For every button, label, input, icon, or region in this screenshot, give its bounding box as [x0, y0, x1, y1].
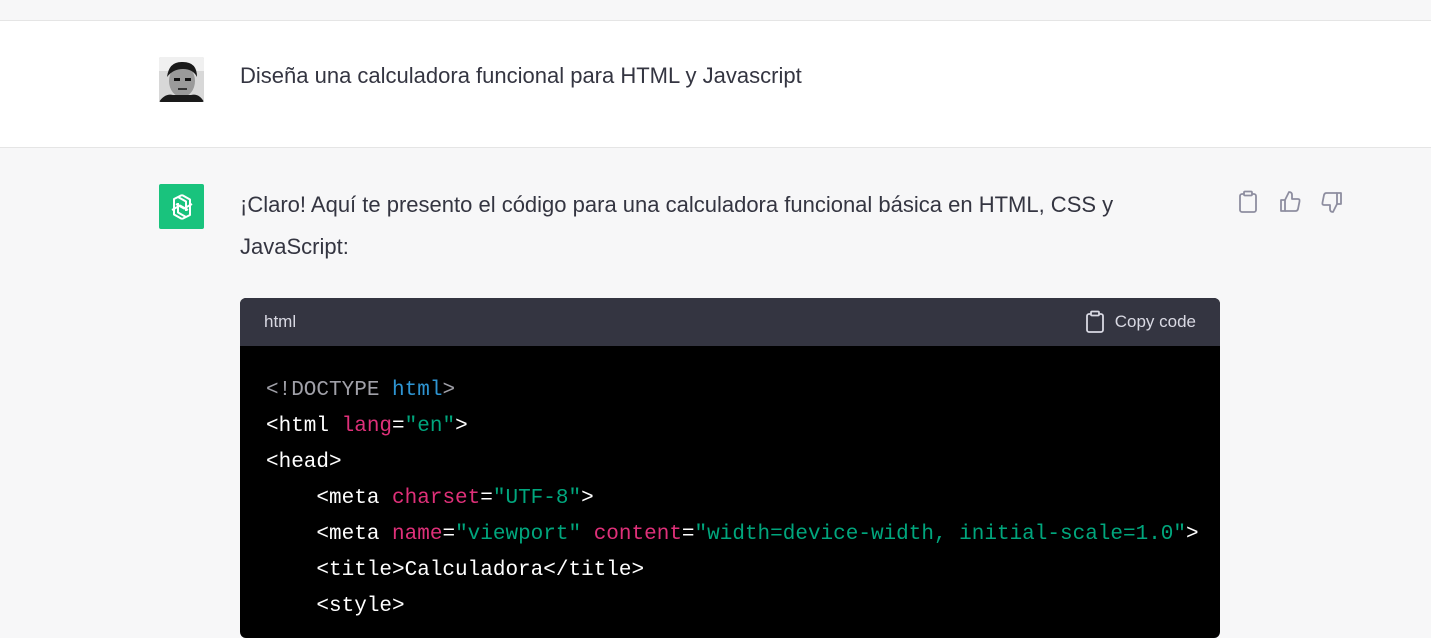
- thumbs-down-icon: [1321, 192, 1342, 213]
- thumbs-up-icon: [1280, 191, 1301, 212]
- code-token: lang: [341, 415, 393, 438]
- code-token: <html: [266, 415, 342, 438]
- code-content[interactable]: <!DOCTYPE html> <html lang="en"> <head> <m…: [240, 346, 1220, 625]
- code-token: charset: [392, 487, 481, 510]
- code-token: <head>: [266, 451, 342, 474]
- clipboard-icon: [1085, 310, 1104, 333]
- code-block: html Copy code <!DOCTYPE html> <html lang…: [240, 298, 1220, 638]
- code-token: >: [455, 415, 468, 438]
- code-line: <head>: [266, 445, 1194, 481]
- assistant-text-line-1: ¡Claro! Aquí te presento el código para …: [240, 192, 1114, 217]
- code-token: >: [1186, 523, 1199, 546]
- code-token: >: [442, 379, 456, 402]
- assistant-message-text: ¡Claro! Aquí te presento el código para …: [240, 184, 1200, 268]
- copy-code-button[interactable]: Copy code: [1085, 310, 1196, 334]
- code-token: content: [593, 523, 682, 546]
- code-token: >: [581, 487, 594, 510]
- clipboard-icon: [1239, 190, 1257, 213]
- code-token: =: [681, 523, 695, 546]
- code-token: <title>Calculadora</title>: [266, 559, 645, 582]
- user-message-text: Diseña una calculadora funcional para HT…: [240, 63, 802, 88]
- code-token: <style>: [266, 595, 405, 618]
- code-token: <meta: [266, 523, 393, 546]
- assistant-message-row: ¡Claro! Aquí te presento el código para …: [0, 148, 1431, 638]
- chatgpt-logo-icon: [159, 184, 204, 229]
- code-token: =: [442, 523, 456, 546]
- code-token: "width=device-width, initial-scale=1.0": [694, 523, 1187, 546]
- code-token: =: [480, 487, 493, 510]
- code-line: <style>: [266, 589, 1194, 625]
- code-line: <!DOCTYPE html>: [266, 373, 1194, 409]
- code-token: "viewport": [455, 523, 582, 546]
- code-line: <title>Calculadora</title>: [266, 553, 1194, 589]
- assistant-text-line-2: JavaScript:: [240, 234, 349, 259]
- code-token: =: [392, 415, 405, 438]
- code-line: <html lang="en">: [266, 409, 1194, 445]
- code-token: "en": [404, 415, 456, 438]
- user-avatar: [159, 57, 204, 102]
- code-token: <meta: [266, 487, 393, 510]
- code-token: name: [392, 523, 443, 546]
- user-message-row: Diseña una calculadora funcional para HT…: [0, 21, 1431, 148]
- code-token: "UTF-8": [492, 487, 582, 510]
- code-line: <meta charset="UTF-8">: [266, 481, 1194, 517]
- thumbs-down-button[interactable]: [1318, 188, 1346, 216]
- code-block-header: html Copy code: [240, 298, 1220, 346]
- copy-message-button[interactable]: [1234, 188, 1262, 216]
- code-token: html: [392, 379, 443, 402]
- top-strip: [0, 0, 1431, 21]
- thumbs-up-button[interactable]: [1276, 188, 1304, 216]
- copy-code-label: Copy code: [1114, 312, 1196, 331]
- message-actions: [1234, 188, 1346, 216]
- code-token: <!DOCTYPE: [266, 379, 393, 402]
- code-line: <meta name="viewport" content="width=dev…: [266, 517, 1198, 553]
- code-language-label: html: [264, 312, 297, 331]
